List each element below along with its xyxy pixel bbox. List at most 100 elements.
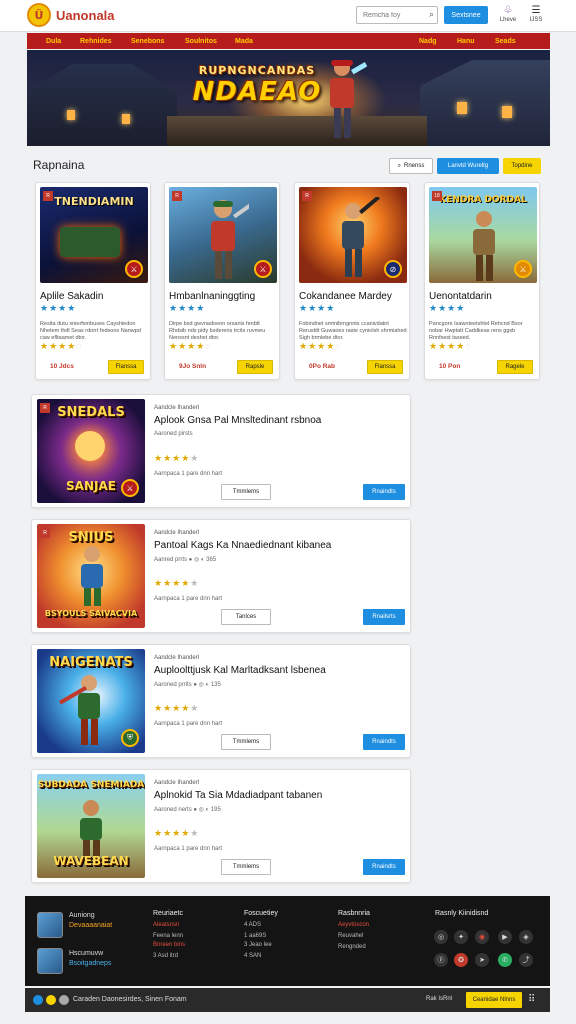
- share-icon[interactable]: ⤴: [519, 953, 533, 967]
- footer-link[interactable]: 1 aa69S: [244, 933, 266, 939]
- footer-link[interactable]: Rengnded: [338, 944, 366, 950]
- search-input[interactable]: [357, 7, 425, 23]
- list-item-title[interactable]: Aplnokid Ta Sia Mdadiadpant tabanen: [154, 790, 322, 801]
- game-card[interactable]: R ⊘ Cokandanee Mardey ★★★★ Fobindnet smt…: [294, 182, 410, 380]
- list-item-title[interactable]: Pantoal Kags Ka Nnaediednant kibanea: [154, 540, 331, 551]
- avatar[interactable]: [37, 912, 63, 938]
- list-item[interactable]: NAIGENATS ⛨ Aandcle Ihanderl Auploolttju…: [31, 644, 411, 758]
- card-title[interactable]: Aplile Sakadin: [40, 291, 103, 302]
- game-card[interactable]: R ⚔ Hmbanlnaninggting ★★★★ Dirpe bsd gwv…: [164, 182, 280, 380]
- rating-empty-icon: ◌: [465, 341, 472, 351]
- pinterest-icon[interactable]: ⓟ: [434, 953, 448, 967]
- notification-icon[interactable]: ♧ Lheve: [497, 5, 519, 23]
- list-item-meta: Aanred prrts ● ◎ ◐ 365: [154, 557, 217, 563]
- youtube-icon[interactable]: ▶: [498, 930, 512, 944]
- search-icon[interactable]: ⌕: [429, 9, 434, 20]
- game-card-image[interactable]: KENDRA DORDAL 18 ⚔: [429, 187, 537, 283]
- card-action-button[interactable]: Ragele: [497, 360, 533, 374]
- card-rating: ★★★★◌: [40, 341, 83, 352]
- profile-name[interactable]: Auniong: [69, 912, 95, 919]
- search-box[interactable]: ⌕: [356, 6, 438, 24]
- hero-road: [167, 116, 427, 146]
- footer-link[interactable]: Aleatsnsn: [153, 922, 179, 928]
- language-icon[interactable]: [33, 995, 43, 1005]
- list-item-secondary-button[interactable]: Tmmlems: [221, 734, 271, 750]
- list-item-title[interactable]: Auploolttjusk Kal Marltadksant lsbenea: [154, 665, 326, 676]
- bottom-bar-button[interactable]: Ceanidae Nlnns: [466, 992, 522, 1008]
- list-item-title[interactable]: Aplook Gnsa Pal Mnsltedinant rsbnoa: [154, 415, 321, 426]
- list-item-subtext: Aarnpaca 1 pare dnn hart: [154, 596, 223, 602]
- list-item-secondary-button[interactable]: Tmmlems: [221, 484, 271, 500]
- list-item[interactable]: SUBDADA SNEMIADA WAVEBEAN Aandcle Ihande…: [31, 769, 411, 883]
- footer-link[interactable]: Reuvahel: [338, 933, 363, 939]
- avatar[interactable]: [37, 948, 63, 974]
- list-item-primary-button[interactable]: Rnaindts: [363, 734, 405, 750]
- telegram-icon[interactable]: ➤: [475, 953, 489, 967]
- list-item[interactable]: SNIUS BSYOULS SAIVACVIA R Aandcle Ihande…: [31, 519, 411, 633]
- profile-role: Bsoitgadneps: [69, 960, 112, 967]
- list-item-image[interactable]: NAIGENATS ⛨: [37, 649, 145, 753]
- footer-link[interactable]: Aeyvtoscon: [338, 922, 369, 928]
- game-card-image[interactable]: R ⚔: [169, 187, 277, 283]
- settings-icon[interactable]: [59, 995, 69, 1005]
- logo-icon[interactable]: Ü: [27, 3, 51, 27]
- card-action-button[interactable]: Flanssa: [367, 360, 403, 374]
- sword-icon: ⚔: [125, 260, 143, 278]
- nav-item[interactable]: Seads: [495, 38, 516, 45]
- instagram-icon[interactable]: ◎: [434, 930, 448, 944]
- reddit-icon[interactable]: ◉: [475, 930, 489, 944]
- age-badge: R: [302, 191, 312, 201]
- list-item-secondary-button[interactable]: Tmmlems: [221, 859, 271, 875]
- footer-link[interactable]: 4 ADS: [244, 922, 261, 928]
- nav-item[interactable]: Dula: [46, 38, 61, 45]
- card-action-button[interactable]: Flanssa: [108, 360, 144, 374]
- grid-menu-icon[interactable]: ⠿: [528, 994, 535, 1005]
- card-action-button[interactable]: Rapsle: [237, 360, 273, 374]
- section-title: Rapnaina: [33, 158, 85, 172]
- profile-name[interactable]: Hscumuvw: [69, 950, 103, 957]
- game-card-image[interactable]: R ⊘: [299, 187, 407, 283]
- list-item-primary-button[interactable]: Rnaindts: [363, 859, 405, 875]
- footer-link[interactable]: 4 SAN: [244, 953, 261, 959]
- game-card[interactable]: KENDRA DORDAL 18 ⚔ Uenontatdarin ★★★★ Pa…: [424, 182, 540, 380]
- list-item-image[interactable]: SNIUS BSYOULS SAIVACVIA R: [37, 524, 145, 628]
- game-card-image[interactable]: TNENDIAMIN R ⚔: [40, 187, 148, 283]
- menu-icon[interactable]: ☰ IJSS: [525, 5, 547, 23]
- nav-item[interactable]: Mada: [235, 38, 253, 45]
- footer-link[interactable]: 3 Jeao lee: [244, 942, 272, 948]
- nav-item[interactable]: Hanu: [457, 38, 475, 45]
- logo-text[interactable]: Uanonala: [56, 8, 115, 23]
- nav-item[interactable]: Nadg: [419, 38, 437, 45]
- hero-banner[interactable]: RUPNGNCANDAS NDAEAO: [27, 50, 550, 146]
- footer-link[interactable]: 3 Asd itrd: [153, 953, 178, 959]
- footer-link[interactable]: Feena lenn: [153, 933, 183, 939]
- section-top-button[interactable]: Topdine: [503, 158, 541, 174]
- list-item-secondary-button[interactable]: Tanlces: [221, 609, 271, 625]
- game-card[interactable]: TNENDIAMIN R ⚔ Aplile Sakadin ★★★★ Resit…: [35, 182, 151, 380]
- nav-item[interactable]: Rehnides: [80, 38, 112, 45]
- card-title[interactable]: Uenontatdarin: [429, 291, 492, 302]
- card-title[interactable]: Cokandanee Mardey: [299, 291, 392, 302]
- card-image-title: TNENDIAMIN: [54, 195, 134, 208]
- footer-link[interactable]: Bnreen bins: [153, 942, 185, 948]
- section-filter-button[interactable]: Lanvtd Wureltg: [437, 158, 499, 174]
- notification-label: Lheve: [499, 17, 517, 23]
- card-title[interactable]: Hmbanlnaninggting: [169, 291, 255, 302]
- list-item[interactable]: SNEDALS SANJAE R ⚔ Aandcle Ihanderl Aplo…: [31, 394, 411, 508]
- list-image-title: SUBDADA SNEMIADA: [37, 780, 145, 790]
- list-item-image[interactable]: SNEDALS SANJAE R ⚔: [37, 399, 145, 503]
- subscribe-button[interactable]: Sextsnee: [444, 6, 488, 24]
- snapchat-icon[interactable]: ✪: [454, 953, 468, 967]
- discord-icon[interactable]: ◈: [519, 930, 533, 944]
- nav-item[interactable]: Senebons: [131, 38, 164, 45]
- bottom-bar-links[interactable]: Caraden Daonesirdes, Sinen Fonam: [73, 996, 187, 1003]
- nav-item[interactable]: Soulnitos: [185, 38, 217, 45]
- section-search-button[interactable]: ⌕ Rnenss: [389, 158, 433, 174]
- bluesky-icon[interactable]: ✦: [454, 930, 468, 944]
- list-item-primary-button[interactable]: Rnaindts: [363, 484, 405, 500]
- whatsapp-icon[interactable]: ✆: [498, 953, 512, 967]
- coin-icon[interactable]: [46, 995, 56, 1005]
- list-item-primary-button[interactable]: Rnailsrts: [363, 609, 405, 625]
- card-description: Resita dutu xnierfsmbuses Cayshiedon Nhe…: [40, 321, 141, 341]
- list-item-image[interactable]: SUBDADA SNEMIADA WAVEBEAN: [37, 774, 145, 878]
